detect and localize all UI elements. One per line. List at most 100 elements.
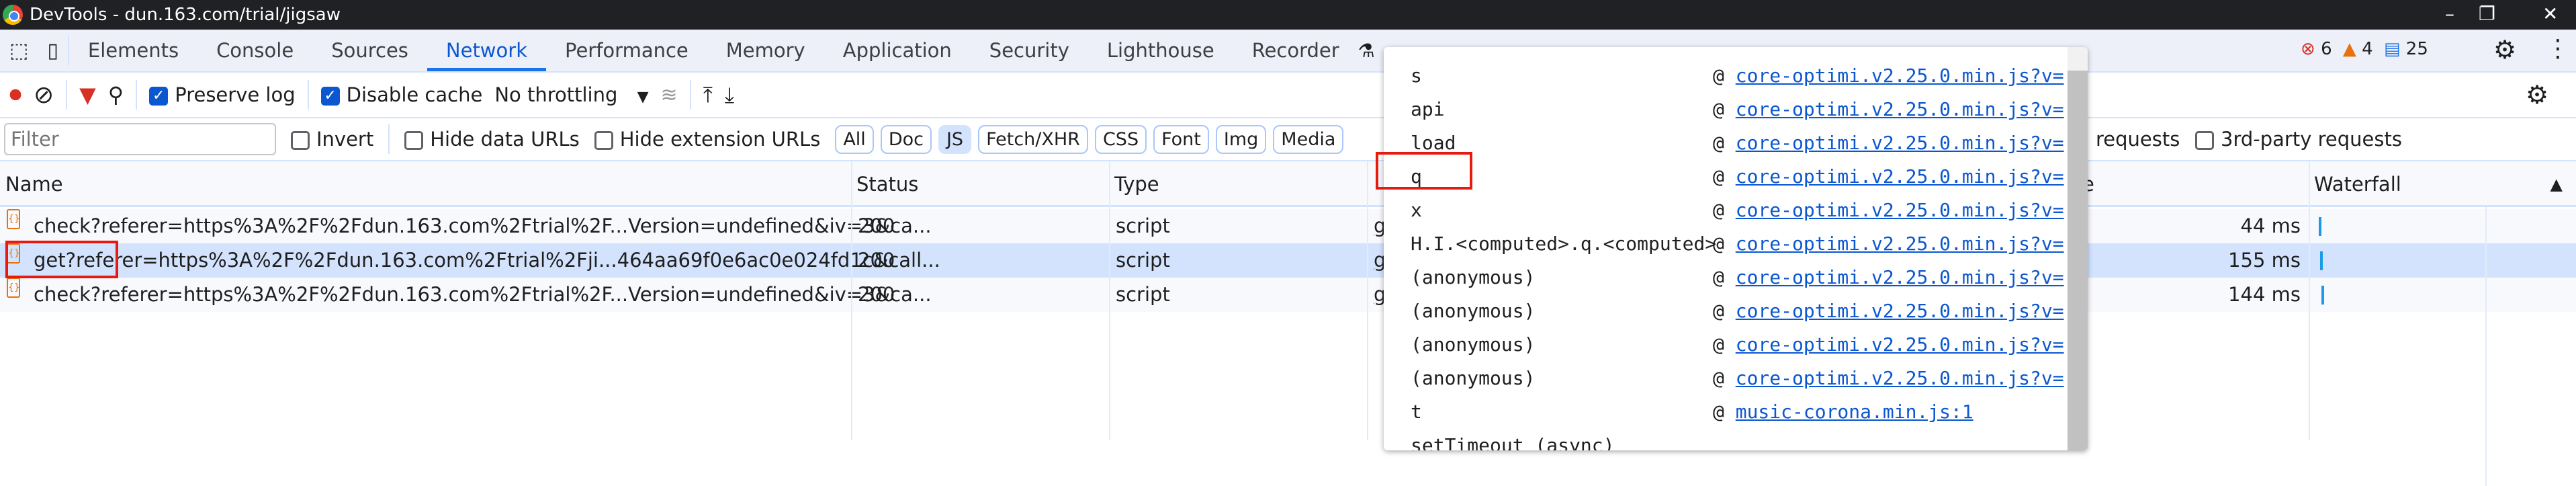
source-link[interactable]: core-optimi.v2.25.0.min.js?v=: [1736, 199, 2064, 221]
export-har-icon[interactable]: ⤓: [725, 82, 734, 108]
throttling-select[interactable]: No throttling ▼: [494, 83, 648, 106]
import-har-icon[interactable]: ⤒: [703, 82, 713, 108]
network-conditions-icon[interactable]: ≋: [661, 83, 678, 107]
request-name[interactable]: check?referer=https%3A%2F%2Fdun.163.com%…: [34, 278, 932, 312]
tab-console[interactable]: Console: [197, 30, 312, 71]
source-link[interactable]: core-optimi.v2.25.0.min.js?v=: [1736, 333, 2064, 356]
tab-performance[interactable]: Performance: [546, 30, 707, 71]
column-header-status[interactable]: Status: [851, 161, 1109, 207]
message-count: 25: [2405, 39, 2428, 59]
hide-extension-urls-checkbox[interactable]: Hide extension URLs: [594, 128, 820, 151]
more-options-icon[interactable]: ⋮: [2546, 35, 2570, 63]
stack-frame-function: (anonymous): [1411, 266, 1536, 288]
clear-icon[interactable]: ⊘: [34, 81, 54, 109]
stack-frame-location: @ core-optimi.v2.25.0.min.js?v=: [1713, 194, 2064, 227]
stack-frame-location: @ core-optimi.v2.25.0.min.js?v=: [1713, 261, 2064, 294]
network-settings-icon[interactable]: ⚙: [2526, 80, 2548, 110]
type-filter-font[interactable]: Font: [1153, 124, 1209, 154]
stack-frame-function: H.I.<computed>.q.<computed>: [1411, 233, 1717, 255]
at-sign: @: [1713, 367, 1724, 389]
source-link[interactable]: core-optimi.v2.25.0.min.js?v=: [1736, 300, 2064, 322]
type-filter-all[interactable]: All: [835, 124, 874, 154]
stack-frame-function: setTimeout (async): [1411, 434, 1615, 450]
popup-scrollbar[interactable]: [2068, 47, 2088, 450]
type-filter-js[interactable]: JS: [938, 124, 972, 154]
request-name[interactable]: check?referer=https%3A%2F%2Fdun.163.com%…: [34, 209, 932, 243]
type-filter-media[interactable]: Media: [1273, 124, 1344, 154]
table-row[interactable]: {} check?referer=https%3A%2F%2Fdun.163.c…: [0, 209, 2576, 243]
type-filter-css[interactable]: CSS: [1094, 124, 1147, 154]
request-status: 200: [858, 214, 895, 237]
source-link[interactable]: core-optimi.v2.25.0.min.js?v=: [1736, 233, 2064, 255]
popup-scrollbar-thumb[interactable]: [2068, 71, 2088, 450]
column-header-type[interactable]: Type: [1109, 161, 1367, 207]
restore-button[interactable]: ❐: [2479, 3, 2495, 25]
disable-cache-checkbox[interactable]: ✓ Disable cache: [320, 83, 482, 106]
flask-icon: ⚗: [1358, 39, 1375, 62]
tab-network[interactable]: Network: [427, 30, 546, 71]
type-filter-doc[interactable]: Doc: [880, 124, 932, 154]
request-status: 200: [858, 283, 895, 306]
blocked-requests-label: requests: [2096, 128, 2180, 151]
stack-frame-location: @ core-optimi.v2.25.0.min.js?v=: [1713, 328, 2064, 362]
tab-application[interactable]: Application: [824, 30, 971, 71]
tab-recorder[interactable]: Recorder: [1233, 30, 1358, 71]
filter-input[interactable]: [4, 123, 276, 155]
checkbox-checked-icon: ✓: [320, 87, 340, 106]
request-type: script: [1116, 249, 1170, 272]
column-header-name[interactable]: Name: [0, 161, 851, 207]
stack-frame-location: @ core-optimi.v2.25.0.min.js?v=: [1713, 59, 2064, 93]
source-link[interactable]: core-optimi.v2.25.0.min.js?v=: [1736, 165, 2064, 188]
tab-security[interactable]: Security: [971, 30, 1088, 71]
source-link[interactable]: core-optimi.v2.25.0.min.js?v=: [1736, 98, 2064, 120]
filter-icon[interactable]: ▼: [79, 82, 96, 108]
minimize-button[interactable]: –: [2445, 3, 2454, 25]
stack-frame-function: api: [1411, 98, 1445, 120]
request-name[interactable]: get?referer=https%3A%2F%2Fdun.163.com%2F…: [34, 243, 940, 278]
message-icon: ▤: [2383, 39, 2401, 59]
filter-bar: Invert Hide data URLs Hide extension URL…: [0, 118, 2576, 161]
highlight-box-q-frame: [1376, 152, 1472, 190]
waterfall-bar: [2321, 286, 2324, 305]
error-count: 6: [2321, 39, 2332, 59]
source-link[interactable]: core-optimi.v2.25.0.min.js?v=: [1736, 65, 2064, 87]
stack-frame-function: x: [1411, 199, 1422, 221]
request-type: script: [1116, 283, 1170, 306]
table-row[interactable]: {} check?referer=https%3A%2F%2Fdun.163.c…: [0, 278, 2576, 312]
type-filter-img[interactable]: Img: [1215, 124, 1267, 154]
tab-lighthouse[interactable]: Lighthouse: [1088, 30, 1233, 71]
hide-data-urls-checkbox[interactable]: Hide data URLs: [404, 128, 580, 151]
source-link[interactable]: music-corona.min.js:1: [1736, 401, 1973, 423]
at-sign: @: [1713, 266, 1724, 288]
inspect-element-icon[interactable]: ⬚: [0, 39, 38, 63]
issues-badges[interactable]: ⊗ 6 ▲ 4 ▤ 25: [2301, 39, 2428, 59]
highlight-box-get-request: [5, 241, 118, 278]
stack-frame-location: @ core-optimi.v2.25.0.min.js?v=: [1713, 93, 2064, 126]
warning-count: 4: [2362, 39, 2373, 59]
stack-frame-location: @ core-optimi.v2.25.0.min.js?v=: [1713, 362, 2064, 395]
source-link[interactable]: core-optimi.v2.25.0.min.js?v=: [1736, 132, 2064, 154]
source-link[interactable]: core-optimi.v2.25.0.min.js?v=: [1736, 367, 2064, 389]
tab-sources[interactable]: Sources: [312, 30, 427, 71]
invert-checkbox[interactable]: Invert: [291, 128, 373, 151]
type-filter-fetch-xhr[interactable]: Fetch/XHR: [978, 124, 1088, 154]
source-link[interactable]: core-optimi.v2.25.0.min.js?v=: [1736, 266, 2064, 288]
stack-frame-location: @ core-optimi.v2.25.0.min.js?v=: [1713, 294, 2064, 328]
third-party-checkbox[interactable]: 3rd-party requests: [2195, 128, 2402, 151]
preserve-log-checkbox[interactable]: ✓ Preserve log: [149, 83, 296, 106]
at-sign: @: [1713, 165, 1724, 188]
preserve-log-label: Preserve log: [175, 83, 296, 106]
close-button[interactable]: ✕: [2542, 3, 2558, 25]
table-row[interactable]: {} get?referer=https%3A%2F%2Fdun.163.com…: [0, 243, 2576, 278]
device-toolbar-icon[interactable]: ▯: [38, 39, 68, 63]
column-header-waterfall[interactable]: Waterfall ▲: [2309, 161, 2576, 207]
search-icon[interactable]: ⚲: [108, 82, 124, 108]
settings-icon[interactable]: ⚙: [2493, 35, 2516, 65]
tab-elements[interactable]: Elements: [69, 30, 197, 71]
warning-icon: ▲: [2342, 39, 2356, 59]
initiator-stack-popup: s @ core-optimi.v2.25.0.min.js?v= api @ cor…: [1384, 47, 2088, 450]
hide-data-urls-label: Hide data URLs: [430, 128, 580, 151]
tab-memory[interactable]: Memory: [707, 30, 824, 71]
record-stop-icon[interactable]: ⏺: [9, 81, 21, 109]
third-party-label: 3rd-party requests: [2221, 128, 2402, 151]
